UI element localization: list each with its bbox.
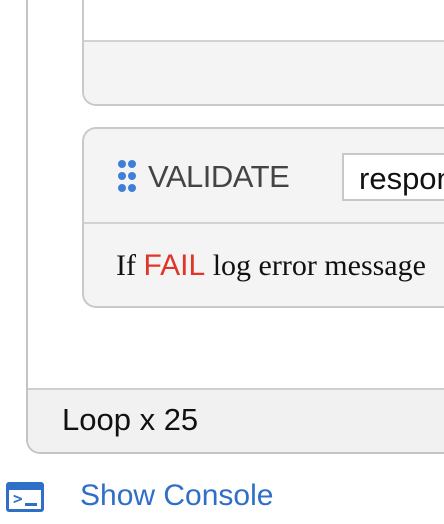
validate-keyword: VALIDATE (148, 159, 290, 194)
show-console-link[interactable]: Show Console (80, 479, 273, 513)
previous-step-card (82, 0, 444, 106)
validate-expression-input[interactable]: respon (342, 153, 444, 201)
drag-handle-icon[interactable] (116, 160, 138, 192)
message-suffix: log error message (205, 249, 426, 282)
previous-step-footer (84, 40, 444, 104)
validate-step-header: VALIDATE respon (84, 129, 444, 224)
page: Loop x 25 VALIDATE respon If FAIL log er… (0, 0, 444, 524)
terminal-icon[interactable]: > (6, 482, 44, 512)
message-prefix: If (116, 249, 144, 282)
console-toggle-row: > Show Console (0, 468, 444, 524)
validate-step-card: VALIDATE respon If FAIL log error messag… (82, 127, 444, 308)
validate-fail-message: If FAIL log error message (116, 249, 426, 283)
loop-footer: Loop x 25 (28, 388, 444, 452)
fail-keyword: FAIL (143, 249, 206, 282)
loop-count-label: Loop x 25 (62, 402, 199, 437)
